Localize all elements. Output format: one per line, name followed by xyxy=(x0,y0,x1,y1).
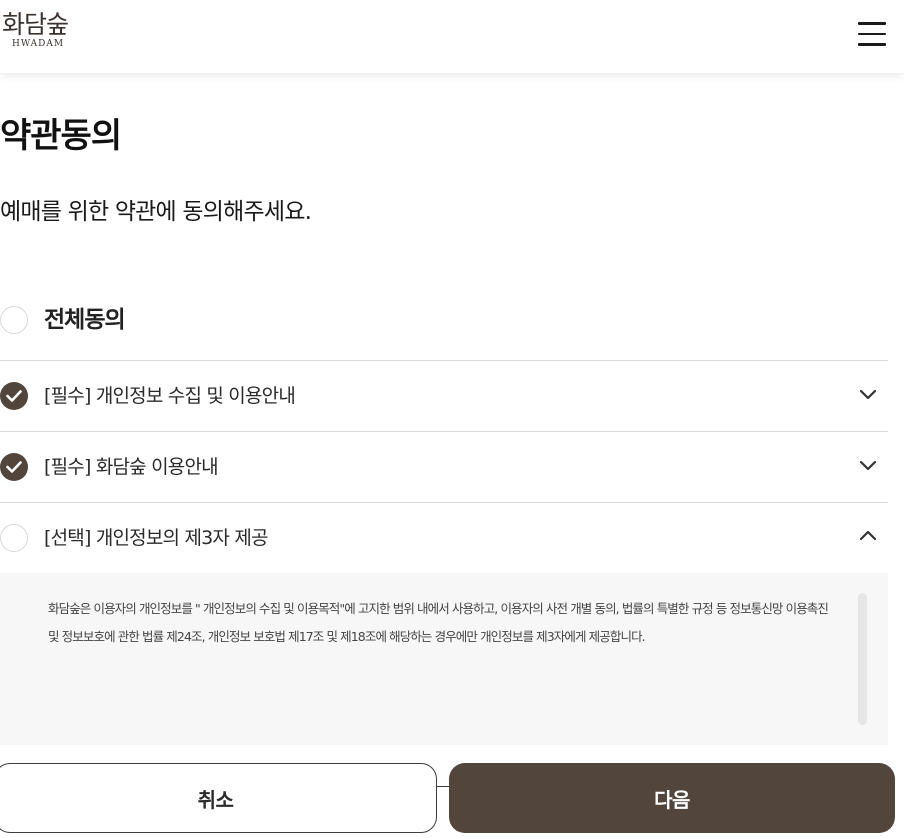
button-divider xyxy=(437,786,449,787)
agree-all-row[interactable]: 전체동의 xyxy=(0,306,888,360)
chevron-up-icon[interactable] xyxy=(858,529,878,543)
chevron-down-icon[interactable] xyxy=(858,458,878,472)
terms-item-third-party[interactable]: [선택] 개인정보의 제3자 제공 xyxy=(0,502,888,572)
terms-detail-text: 화담숲은 이용자의 개인정보를 " 개인정보의 수집 및 이용목적"에 고지한 … xyxy=(48,601,829,644)
check-icon xyxy=(6,461,22,473)
hamburger-menu-icon[interactable] xyxy=(858,22,886,48)
next-button[interactable]: 다음 xyxy=(449,763,895,833)
privacy-collection-label: [필수] 개인정보 수집 및 이용안내 xyxy=(44,385,296,407)
page-title: 약관동의 xyxy=(0,116,122,156)
scrollbar[interactable] xyxy=(858,593,867,725)
terms-detail-panel[interactable]: 화담숲은 이용자의 개인정보를 " 개인정보의 수집 및 이용목적"에 고지한 … xyxy=(0,573,888,745)
terms-item-hwadam-usage[interactable]: [필수] 화담숲 이용안내 xyxy=(0,431,888,501)
hwadam-usage-label: [필수] 화담숲 이용안내 xyxy=(44,456,219,478)
logo-subtext: HWADAM xyxy=(12,39,65,49)
logo-text: 화담숲 xyxy=(2,10,69,39)
privacy-collection-checkbox[interactable] xyxy=(0,382,28,410)
check-icon xyxy=(6,390,22,402)
logo[interactable]: 화담숲 HWADAM xyxy=(2,10,82,49)
cancel-button[interactable]: 취소 xyxy=(0,763,437,833)
third-party-checkbox[interactable] xyxy=(0,524,28,552)
page-subtitle: 예매를 위한 약관에 동의해주세요. xyxy=(0,199,312,225)
chevron-down-icon[interactable] xyxy=(858,387,878,401)
hwadam-usage-checkbox[interactable] xyxy=(0,453,28,481)
agree-all-checkbox[interactable] xyxy=(0,306,28,334)
terms-item-privacy-collection[interactable]: [필수] 개인정보 수집 및 이용안내 xyxy=(0,360,888,430)
third-party-label: [선택] 개인정보의 제3자 제공 xyxy=(44,527,269,549)
header: 화담숲 HWADAM xyxy=(0,0,904,73)
agree-all-label: 전체동의 xyxy=(44,307,126,333)
